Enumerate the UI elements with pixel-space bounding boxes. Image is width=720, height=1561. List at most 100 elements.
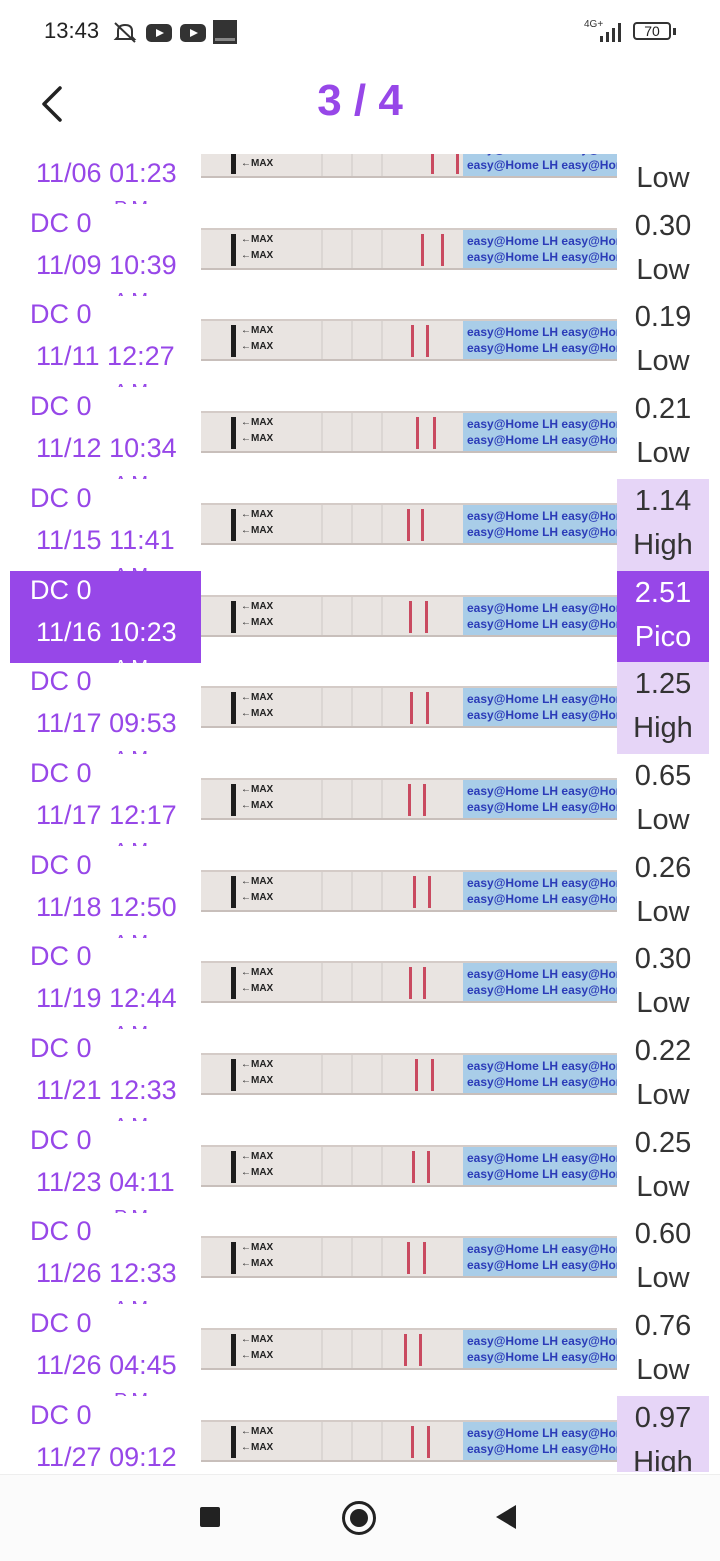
- strip-brand-area: easy@Home LH easy@Home LHeasy@Home LH ea…: [463, 1421, 617, 1460]
- strip-segment: [381, 688, 383, 727]
- list-item[interactable]: DC 011/26 12:33AM←MAX←MAXeasy@Home LH ea…: [0, 1212, 720, 1304]
- test-datetime: 11/26 12:33: [36, 1258, 177, 1289]
- home-circle-icon[interactable]: [342, 1501, 376, 1535]
- test-date-cell[interactable]: DC 011/17 12:17AM: [10, 754, 201, 846]
- list-item[interactable]: DC 011/09 10:39AM←MAX←MAXeasy@Home LH ea…: [0, 204, 720, 296]
- list-item[interactable]: DC 0 11/27 09:12 ←MAX ←MAX easy@Home LH easy…: [0, 1395, 720, 1472]
- recents-square-icon[interactable]: [200, 1507, 220, 1527]
- test-strip-image[interactable]: ←MAX←MAXeasy@Home LH easy@Home LHeasy@Ho…: [201, 686, 617, 729]
- signal-icon: [600, 23, 621, 42]
- lh-value: 0.65: [634, 759, 692, 792]
- page-counter: 3 / 4: [317, 76, 403, 125]
- battery-nub: [673, 28, 676, 35]
- list-item[interactable]: DC 011/11 12:27AM←MAX←MAXeasy@Home LH ea…: [0, 295, 720, 387]
- test-date-cell[interactable]: DC 011/16 10:23AM: [10, 570, 201, 663]
- test-strip-image[interactable]: ←MAX←MAXeasy@Home LH easy@Home LHeasy@Ho…: [201, 594, 617, 637]
- test-strip-image[interactable]: ←MAX←MAXeasy@Home LH easy@Home LHeasy@Ho…: [201, 502, 617, 545]
- strip-brand-text: easy@Home LH easy@Home LH: [467, 341, 617, 356]
- max-label: ←MAX: [241, 233, 274, 245]
- test-strip-image[interactable]: ←MAX←MAXeasy@Home LH easy@Home LHeasy@Ho…: [201, 1328, 617, 1371]
- test-strip-image[interactable]: ←MAX←MAXeasy@Home LH easy@Home LHeasy@Ho…: [201, 1144, 617, 1187]
- strip-segment: [351, 229, 353, 268]
- list-item[interactable]: DC 011/19 12:44AM←MAX←MAXeasy@Home LH ea…: [0, 937, 720, 1029]
- strip-brand-text: easy@Home LH easy@Home LH: [467, 233, 617, 248]
- lh-value: 0.97: [634, 1401, 692, 1434]
- test-date-cell[interactable]: DC 011/09 10:39AM: [10, 204, 201, 296]
- back-triangle-icon[interactable]: [496, 1505, 516, 1529]
- test-datetime: 11/27 09:12: [36, 1441, 177, 1472]
- test-date-cell[interactable]: DC 011/15 11:41AM: [10, 479, 201, 571]
- strip-segment: [321, 1238, 323, 1277]
- strip-line: [411, 325, 414, 358]
- max-label: ←MAX: [241, 1059, 274, 1070]
- strip-brand-text: easy@Home LH easy@Home LH: [467, 600, 617, 615]
- lh-value: 1.14: [634, 484, 692, 517]
- strip-line: [407, 508, 410, 541]
- strip-segment: [321, 504, 323, 543]
- test-datetime: 11/26 04:45: [36, 1350, 177, 1381]
- strip-segment: [351, 321, 353, 360]
- strip-line: [441, 233, 444, 266]
- test-date-cell[interactable]: DC 011/23 04:11PM: [10, 1121, 201, 1213]
- strip-segment: [351, 963, 353, 1002]
- strip-brand-area: easy@Home LH easy@Home LHeasy@Home LH ea…: [463, 779, 617, 818]
- test-strip-image[interactable]: ←MAX←MAXeasy@Home LH easy@Home LHeasy@Ho…: [201, 961, 617, 1004]
- test-strip-image[interactable]: ←MAX←MAXeasy@Home LH easy@Home LHeasy@Ho…: [201, 319, 617, 362]
- strip-brand-area: easy@Home LH easy@Home LHeasy@Home LH ea…: [463, 504, 617, 543]
- list-item[interactable]: DC 011/18 12:50AM←MAX←MAXeasy@Home LH ea…: [0, 846, 720, 938]
- strip-brand-area: easy@Home LH easy@Home LHeasy@Home LH ea…: [463, 154, 617, 176]
- test-date-cell[interactable]: DC 011/18 12:50AM: [10, 846, 201, 938]
- strip-handle-bar: [231, 154, 236, 174]
- strip-line: [404, 1334, 407, 1367]
- lh-value: 0.76: [634, 1310, 692, 1343]
- result-cell: 0.60 Low: [617, 1212, 709, 1304]
- strip-handle-bar: [231, 600, 236, 633]
- max-label: ←MAX: [241, 524, 274, 536]
- status-time: 13:43: [44, 18, 100, 43]
- list-item[interactable]: DC 011/16 10:23AM←MAX←MAXeasy@Home LH ea…: [0, 570, 720, 663]
- list-item[interactable]: DC 011/21 12:33AM←MAX←MAXeasy@Home LH ea…: [0, 1029, 720, 1121]
- strip-handle-bar: [231, 1150, 236, 1183]
- lh-level: Low: [636, 1354, 690, 1387]
- test-strip-image[interactable]: ←MAX←MAXeasy@Home LH easy@Home LHeasy@Ho…: [201, 411, 617, 454]
- test-datetime: 11/09 10:39: [36, 249, 177, 280]
- cycle-day-label: DC 0: [30, 666, 92, 697]
- test-date-cell[interactable]: DC 011/11 12:27AM: [10, 295, 201, 387]
- test-date-cell[interactable]: DC 011/17 09:53AM: [10, 662, 201, 754]
- test-datetime: 11/06 01:23: [36, 158, 177, 188]
- strip-brand-text: easy@Home LH easy@Home LH: [467, 891, 617, 906]
- strip-handle-bar: [231, 1425, 236, 1458]
- test-date-cell[interactable]: DC 011/21 12:33AM: [10, 1029, 201, 1121]
- test-strip-image[interactable]: ←MAX←MAXeasy@Home LH easy@Home LHeasy@Ho…: [201, 869, 617, 912]
- test-date-cell[interactable]: DC 011/12 10:34AM: [10, 387, 201, 479]
- test-strip-image[interactable]: ←MAX←MAXeasy@Home LH easy@Home LHeasy@Ho…: [201, 1236, 617, 1279]
- lh-value: 2.51: [634, 576, 692, 609]
- strip-segment: [381, 229, 383, 268]
- strip-segment: [381, 779, 383, 818]
- list-item[interactable]: DC 011/15 11:41AM←MAX←MAXeasy@Home LH ea…: [0, 478, 720, 571]
- test-strip-image[interactable]: ←MAX←MAXeasy@Home LH easy@Home LHeasy@Ho…: [201, 777, 617, 820]
- strip-brand-text: easy@Home LH easy@Home LH: [467, 1441, 617, 1456]
- test-strip-image[interactable]: ←MAX←MAXeasy@Home LH easy@Home LHeasy@Ho…: [201, 1053, 617, 1095]
- test-date-cell[interactable]: DC 0 11/27 09:12: [10, 1396, 201, 1472]
- list-item[interactable]: DC 011/26 04:45PM←MAX←MAXeasy@Home LH ea…: [0, 1304, 720, 1396]
- cycle-day-label: DC 0: [30, 1308, 92, 1339]
- strip-line: [427, 1425, 430, 1458]
- strip-segment: [351, 1421, 353, 1460]
- strip-segment: [381, 321, 383, 360]
- test-strip-image[interactable]: ←MAX←MAXeasy@Home LH easy@Home LHeasy@Ho…: [201, 1419, 617, 1462]
- list-item[interactable]: 11/06 01:23PM←MAX←MAXeasy@Home LH easy@H…: [0, 154, 720, 204]
- list-item[interactable]: DC 011/17 09:53AM←MAX←MAXeasy@Home LH ea…: [0, 662, 720, 755]
- test-date-cell[interactable]: DC 011/19 12:44AM: [10, 937, 201, 1029]
- test-date-cell[interactable]: 11/06 01:23PM: [10, 154, 201, 204]
- test-date-cell[interactable]: DC 011/26 12:33AM: [10, 1212, 201, 1304]
- list-item[interactable]: DC 011/12 10:34AM←MAX←MAXeasy@Home LH ea…: [0, 387, 720, 479]
- cycle-day-label: DC 0: [30, 207, 92, 238]
- strip-handle-bar: [231, 692, 236, 725]
- test-date-cell[interactable]: DC 011/26 04:45PM: [10, 1304, 201, 1396]
- list-item[interactable]: DC 011/23 04:11PM←MAX←MAXeasy@Home LH ea…: [0, 1121, 720, 1213]
- test-strip-image[interactable]: ←MAX←MAXeasy@Home LH easy@Home LHeasy@Ho…: [201, 227, 617, 270]
- test-list[interactable]: 11/06 01:23PM ←MAX ←MAX easy@Home LH easy@H…: [0, 154, 720, 1472]
- test-strip-image[interactable]: ←MAX←MAXeasy@Home LH easy@Home LHeasy@Ho…: [201, 154, 617, 178]
- list-item[interactable]: DC 011/17 12:17AM←MAX←MAXeasy@Home LH ea…: [0, 754, 720, 846]
